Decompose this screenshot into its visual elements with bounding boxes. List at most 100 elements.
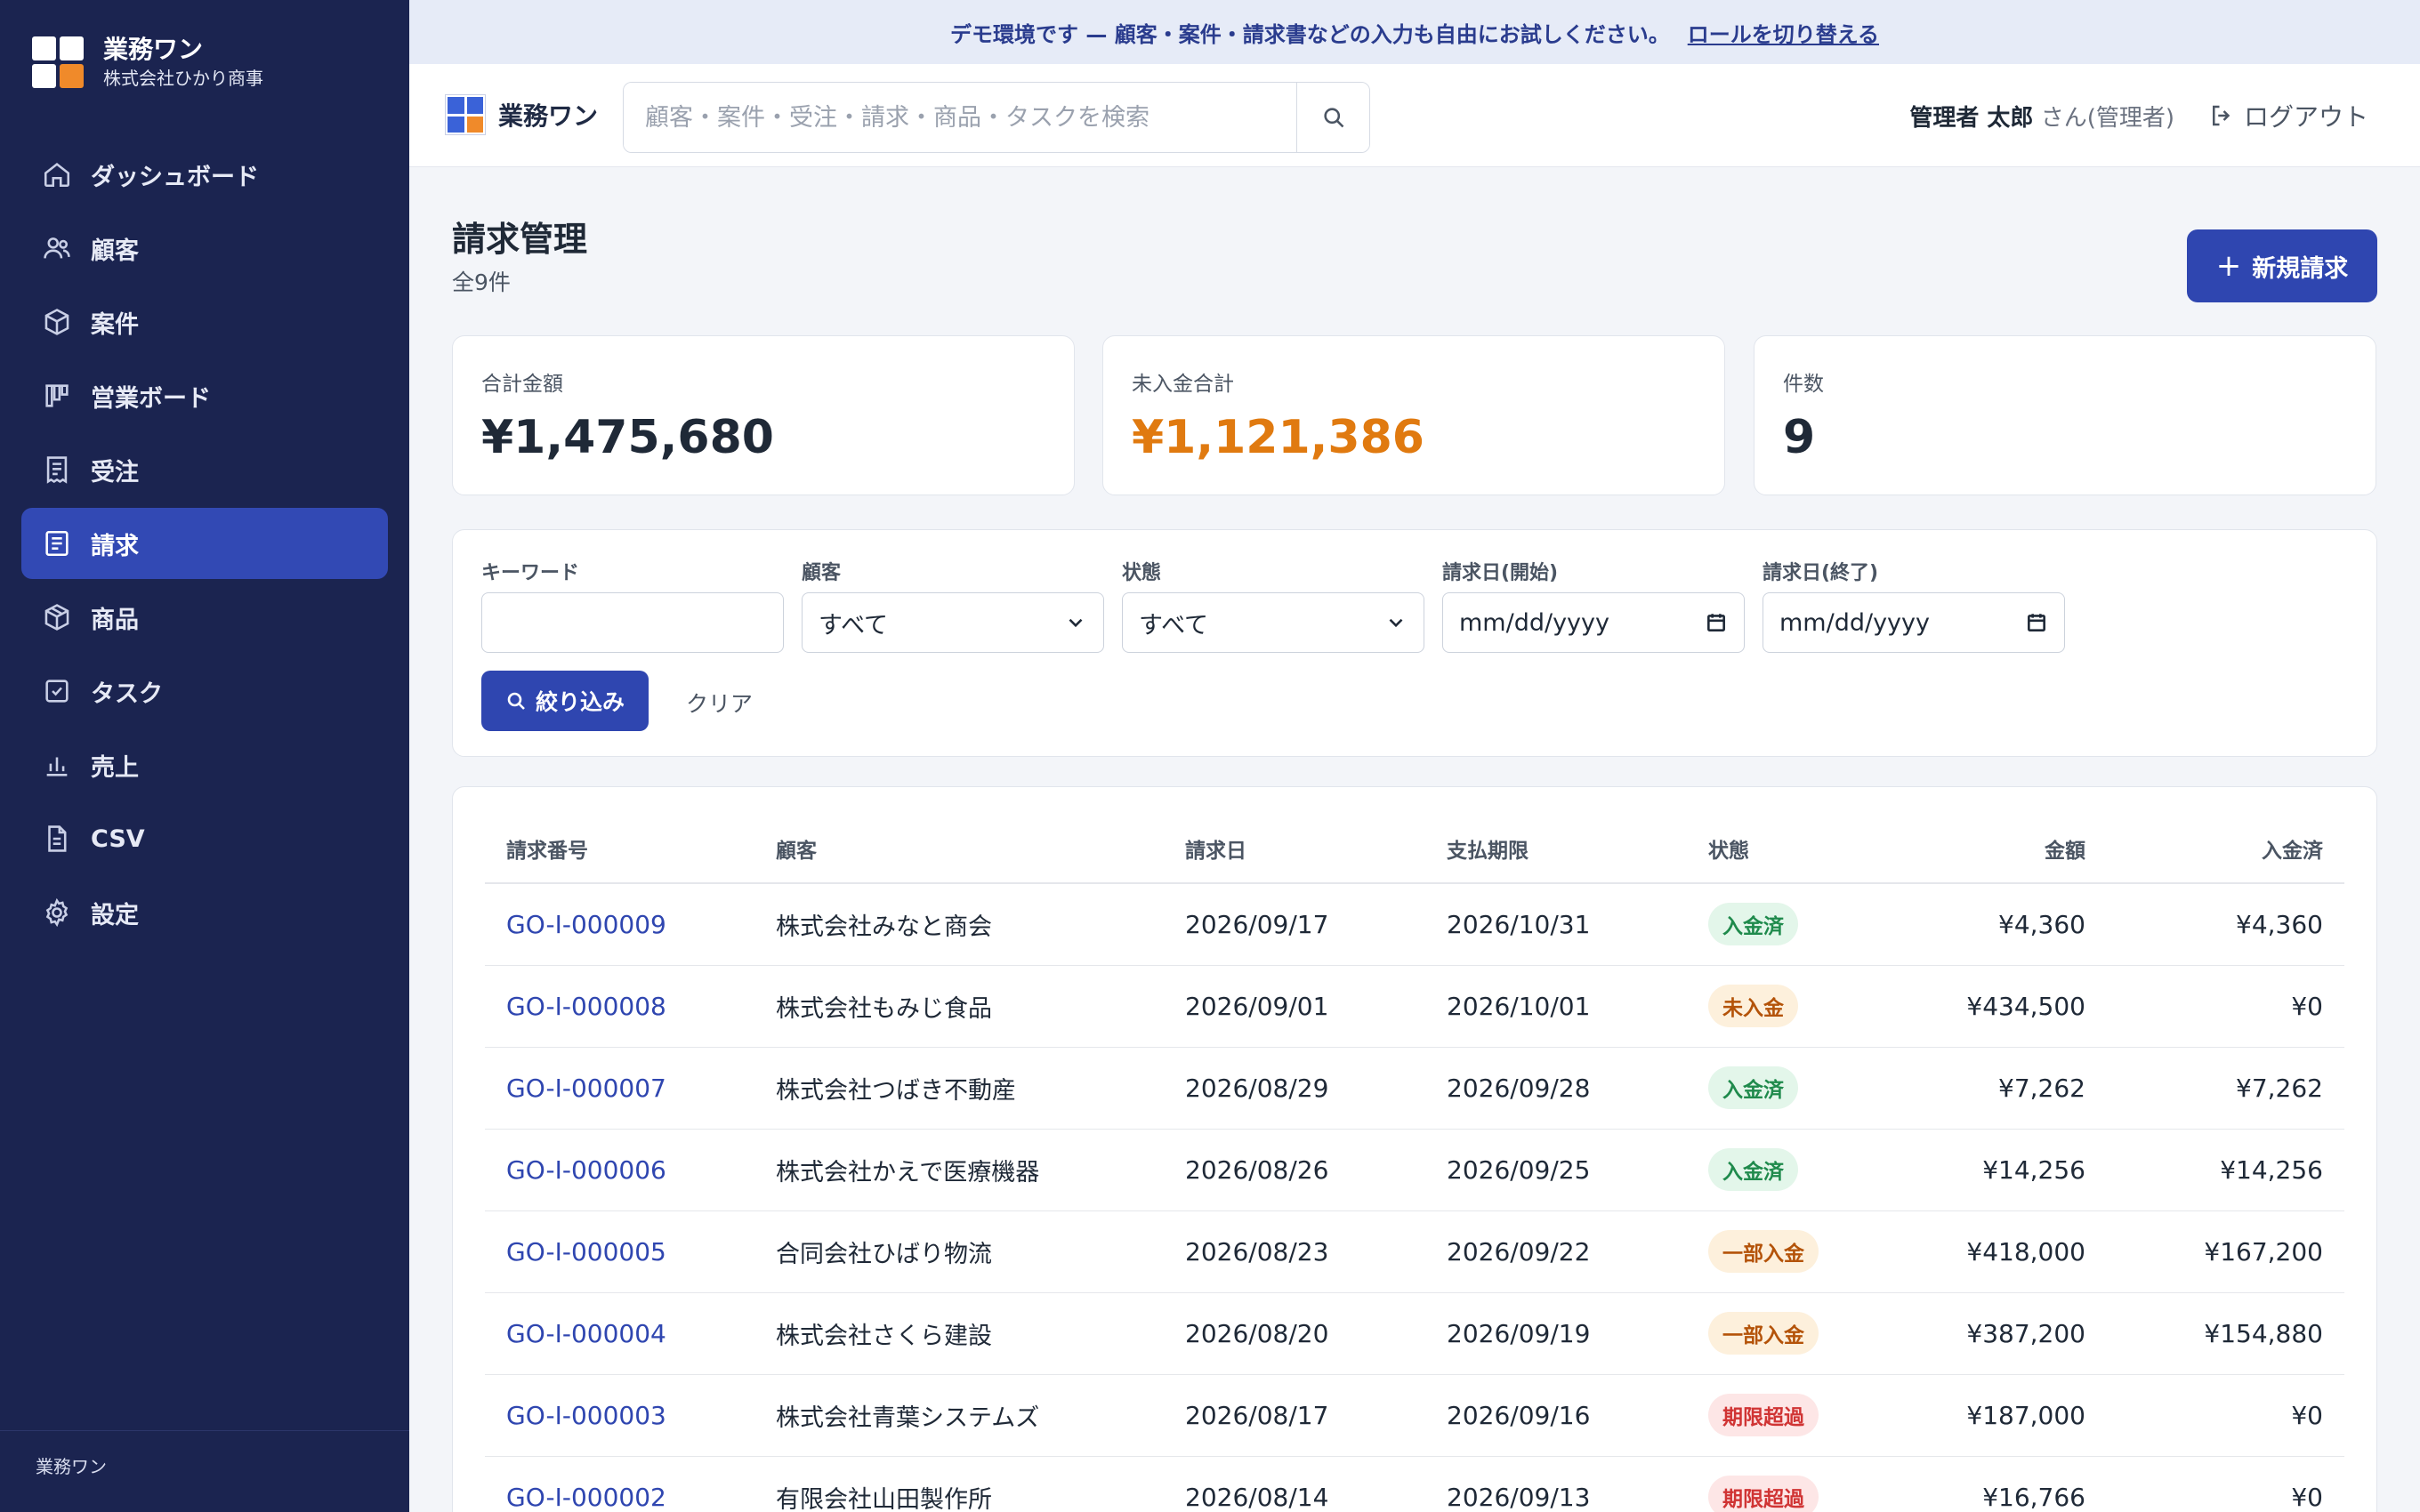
sidebar-footer: 業務ワン <box>0 1430 409 1512</box>
logout-button[interactable]: ログアウト <box>2208 98 2368 133</box>
customer-cell: 株式会社かえで医療機器 <box>754 1129 1164 1211</box>
search-icon <box>1323 108 1343 128</box>
table-row[interactable]: GO-I-000009 株式会社みなと商会 2026/09/17 2026/10/31… <box>485 883 2344 966</box>
gear-icon <box>39 895 75 930</box>
apply-filter-button[interactable]: 絞り込み <box>481 671 649 731</box>
column-header-invoice-date[interactable]: 請求日 <box>1164 814 1425 884</box>
plus-icon: + <box>2215 248 2242 284</box>
header-brand[interactable]: 業務ワン <box>445 94 598 135</box>
invoice-number-link[interactable]: GO-I-000005 <box>485 1210 754 1293</box>
status-badge: 期限超過 <box>1708 1476 1819 1512</box>
date-from-input[interactable]: mm/dd/yyyy <box>1442 592 1745 653</box>
sidebar-item-label: CSV <box>91 824 145 853</box>
due-date-cell: 2026/09/19 <box>1425 1292 1687 1375</box>
sidebar-item-customers[interactable]: 顧客 <box>21 213 388 284</box>
calendar-icon[interactable] <box>1705 611 1728 634</box>
sidebar-item-deals[interactable]: 案件 <box>21 286 388 358</box>
column-header-customer[interactable]: 顧客 <box>754 814 1164 884</box>
due-date-cell: 2026/09/22 <box>1425 1210 1687 1293</box>
status-select[interactable]: すべて <box>1122 592 1424 653</box>
amount-cell: ¥418,000 <box>1865 1210 2107 1293</box>
invoice-number-link[interactable]: GO-I-000009 <box>485 883 754 966</box>
table-row[interactable]: GO-I-000005 合同会社ひばり物流 2026/08/23 2026/09/22… <box>485 1210 2344 1293</box>
paid-cell: ¥167,200 <box>2107 1210 2344 1293</box>
sidebar-item-label: 設定 <box>91 901 139 929</box>
sidebar-item-label: タスク <box>91 680 163 708</box>
status-cell: 一部入金 <box>1687 1210 1865 1293</box>
current-user: 管理者 太郎 さん(管理者) <box>1909 100 2174 133</box>
invoice-date-cell: 2026/09/01 <box>1164 965 1425 1048</box>
new-invoice-button[interactable]: + 新規請求 <box>2187 229 2377 302</box>
sidebar-item-products[interactable]: 商品 <box>21 582 388 653</box>
date-to-value: mm/dd/yyyy <box>1779 608 1930 637</box>
keyword-label: キーワード <box>481 562 580 584</box>
table-row[interactable]: GO-I-000003 株式会社青葉システムズ 2026/08/17 2026/09/… <box>485 1374 2344 1457</box>
sidebar-item-sales[interactable]: 売上 <box>21 729 388 800</box>
sidebar-brand[interactable]: 業務ワン 株式会社ひかり商事 <box>32 34 263 91</box>
calendar-icon[interactable] <box>2025 611 2048 634</box>
table-row[interactable]: GO-I-000002 有限会社山田製作所 2026/08/14 2026/09/13… <box>485 1456 2344 1512</box>
sidebar-item-orders[interactable]: 受注 <box>21 434 388 505</box>
status-badge: 期限超過 <box>1708 1394 1819 1436</box>
invoice-date-cell: 2026/08/14 <box>1164 1456 1425 1512</box>
keyword-input[interactable] <box>481 592 784 653</box>
page-title: 請求管理 <box>452 220 588 259</box>
invoice-number-link[interactable]: GO-I-000002 <box>485 1456 754 1512</box>
sidebar-item-invoices[interactable]: 請求 <box>21 508 388 579</box>
table-row[interactable]: GO-I-000007 株式会社つばき不動産 2026/08/29 2026/09/2… <box>485 1047 2344 1130</box>
customer-filter: 顧客 すべて <box>802 557 1104 653</box>
sidebar-app-name: 業務ワン <box>103 35 204 64</box>
sidebar-item-settings[interactable]: 設定 <box>21 877 388 948</box>
checkbox-icon <box>39 673 75 709</box>
column-header-paid[interactable]: 入金済 <box>2107 814 2344 884</box>
customer-cell: 株式会社もみじ食品 <box>754 965 1164 1048</box>
customer-cell: 株式会社みなと商会 <box>754 883 1164 966</box>
bar-chart-icon <box>39 747 75 783</box>
clear-filter-button[interactable]: クリア <box>686 687 753 719</box>
receipt-icon <box>39 452 75 487</box>
invoice-date-cell: 2026/08/20 <box>1164 1292 1425 1375</box>
card-label: 件数 <box>1783 373 1824 396</box>
column-header-status[interactable]: 状態 <box>1687 814 1865 884</box>
invoice-number-link[interactable]: GO-I-000003 <box>485 1374 754 1457</box>
sidebar-item-label: 案件 <box>91 310 139 339</box>
search-input[interactable] <box>624 83 1296 152</box>
keyword-filter: キーワード <box>481 557 784 653</box>
status-badge: 入金済 <box>1708 1148 1798 1191</box>
invoice-table: 請求番号 顧客 請求日 支払期限 状態 金額 入金済 GO-I-000009 株式… <box>485 814 2344 1512</box>
date-to-input[interactable]: mm/dd/yyyy <box>1763 592 2065 653</box>
invoice-number-link[interactable]: GO-I-000008 <box>485 965 754 1048</box>
status-select-value: すべて <box>1139 611 1209 639</box>
due-date-cell: 2026/10/31 <box>1425 883 1687 966</box>
invoice-number-link[interactable]: GO-I-000006 <box>485 1129 754 1211</box>
global-search <box>623 82 1370 153</box>
table-row[interactable]: GO-I-000008 株式会社もみじ食品 2026/09/01 2026/10/01… <box>485 965 2344 1048</box>
column-header-amount[interactable]: 金額 <box>1865 814 2107 884</box>
card-value: ¥1,121,386 <box>1132 411 1424 464</box>
column-header-invoice-no[interactable]: 請求番号 <box>485 814 754 884</box>
search-icon <box>507 692 525 710</box>
card-label: 合計金額 <box>481 373 563 396</box>
status-label: 状態 <box>1122 562 1162 584</box>
sidebar-item-csv[interactable]: CSV <box>21 803 388 874</box>
paid-cell: ¥14,256 <box>2107 1129 2344 1211</box>
status-badge: 一部入金 <box>1708 1312 1819 1355</box>
customer-select[interactable]: すべて <box>802 592 1104 653</box>
sidebar-item-dashboard[interactable]: ダッシュボード <box>21 139 388 210</box>
file-icon <box>39 821 75 857</box>
sidebar-item-tasks[interactable]: タスク <box>21 655 388 727</box>
invoice-number-link[interactable]: GO-I-000004 <box>485 1292 754 1375</box>
table-row[interactable]: GO-I-000004 株式会社さくら建設 2026/08/20 2026/09/19… <box>485 1292 2344 1375</box>
switch-role-link[interactable]: ロールを切り替える <box>1688 17 1879 48</box>
sidebar-item-label: ダッシュボード <box>91 163 259 191</box>
customer-cell: 有限会社山田製作所 <box>754 1456 1164 1512</box>
invoice-number-link[interactable]: GO-I-000007 <box>485 1047 754 1130</box>
table-row[interactable]: GO-I-000006 株式会社かえで医療機器 2026/08/26 2026/09/… <box>485 1129 2344 1211</box>
column-header-due-date[interactable]: 支払期限 <box>1425 814 1687 884</box>
search-button[interactable] <box>1296 83 1369 152</box>
filter-panel: キーワード 顧客 すべて 状態 すべて 請求日(開始) mm/dd/yyyy 請… <box>452 529 2377 757</box>
paid-cell: ¥0 <box>2107 965 2344 1048</box>
users-icon <box>39 230 75 266</box>
new-invoice-label: 新規請求 <box>2252 254 2349 283</box>
sidebar-item-sales-board[interactable]: 営業ボード <box>21 360 388 431</box>
